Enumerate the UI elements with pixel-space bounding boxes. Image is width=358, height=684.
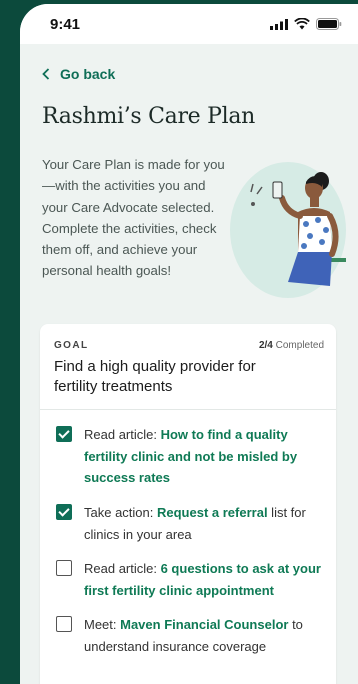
task-checkbox[interactable] [56,560,72,576]
signal-icon [270,18,288,30]
battery-icon [316,18,342,30]
task-text: Take action: Request a referral list for… [84,502,326,545]
goal-header: GOAL 2/4 Completed Find a high quality p… [40,324,336,410]
back-link[interactable]: Go back [42,66,115,82]
task-item[interactable]: Meet: Maven Financial Counselor to under… [56,614,326,657]
task-text: Meet: Maven Financial Counselor to under… [84,614,326,657]
woman-with-phone-illustration [230,162,346,298]
status-time: 9:41 [50,16,81,33]
task-text: Read article: 6 questions to ask at your… [84,558,326,601]
page-title: Rashmi’s Care Plan [42,104,256,129]
task-text: Read article: How to find a quality fert… [84,424,326,489]
goal-progress: 2/4 Completed [259,340,324,351]
task-item[interactable]: Read article: 6 questions to ask at your… [56,558,326,601]
task-item[interactable]: Take action: Request a referral list for… [56,502,326,545]
intro-text: Your Care Plan is made for you—with the … [42,157,225,279]
status-icons [270,18,342,30]
chevron-left-icon [42,68,50,80]
goal-title: Find a high quality provider for fertili… [54,358,256,395]
task-prefix: Meet: [84,617,121,632]
task-checkbox[interactable] [56,504,72,520]
task-prefix: Read article: [84,427,161,442]
task-prefix: Take action: [84,505,157,520]
task-prefix: Read article: [84,561,161,576]
task-link[interactable]: Maven Financial Counselor [120,617,288,632]
progress-suffix: Completed [275,340,324,351]
status-bar: 9:41 [20,4,358,44]
phone-screen: 9:41 Go back Rashmi’s Care Plan Your Car… [20,4,358,684]
wifi-icon [294,18,310,30]
goal-card: GOAL 2/4 Completed Find a high quality p… [40,324,336,684]
back-label: Go back [60,66,116,82]
task-checkbox[interactable] [56,426,72,442]
task-link[interactable]: Request a referral [157,505,268,520]
task-checkbox[interactable] [56,616,72,632]
task-item[interactable]: Read article: How to find a quality fert… [56,424,326,489]
progress-count: 2/4 [258,340,273,351]
